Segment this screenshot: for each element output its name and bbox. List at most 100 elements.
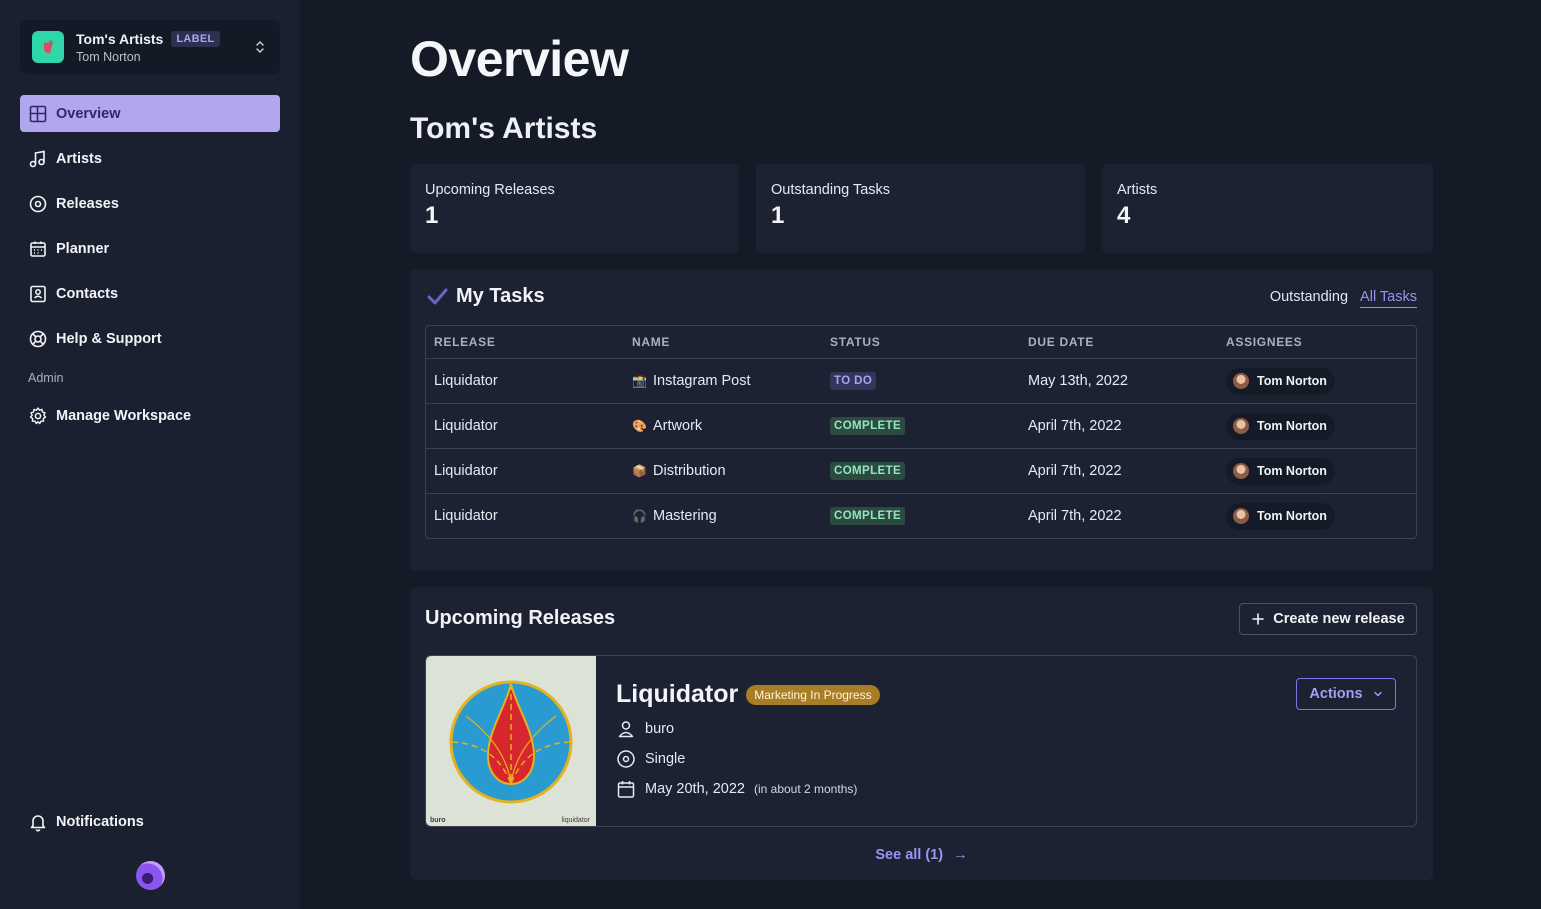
task-filter-tabs: Outstanding All Tasks xyxy=(1270,289,1417,308)
task-status-cell: COMPLETE xyxy=(822,462,1020,480)
upcoming-releases-panel: Upcoming Releases Create new release bur… xyxy=(410,587,1433,880)
avatar xyxy=(1233,508,1249,524)
plus-icon xyxy=(1252,613,1265,625)
create-release-label: Create new release xyxy=(1273,611,1405,627)
stat-label: Outstanding Tasks xyxy=(771,182,891,198)
column-header-name: NAME xyxy=(632,335,671,349)
release-name[interactable]: Liquidator xyxy=(616,680,738,709)
sidebar-item-manage-workspace[interactable]: Manage Workspace xyxy=(20,397,280,434)
assignee-chip[interactable]: Tom Norton xyxy=(1226,412,1335,440)
contacts-icon xyxy=(30,285,46,302)
sidebar-item-artists[interactable]: Artists xyxy=(20,140,280,177)
see-all-label: See all (1) xyxy=(875,847,944,863)
avatar xyxy=(1233,418,1249,434)
task-release: Liquidator xyxy=(434,373,498,389)
task-status-cell: COMPLETE xyxy=(822,507,1020,525)
assignee-name: Tom Norton xyxy=(1257,419,1327,433)
page-title: Overview xyxy=(410,31,629,87)
cover-title-text: liquidator xyxy=(561,817,590,824)
workspace-logo xyxy=(32,31,64,63)
assignee-name: Tom Norton xyxy=(1257,464,1327,478)
app-logo-icon xyxy=(136,861,165,890)
release-card[interactable]: buro liquidator Liquidator Marketing In … xyxy=(425,655,1417,827)
table-row[interactable]: Liquidator 🎨 Artwork COMPLETE April 7th, … xyxy=(426,403,1416,448)
actions-dropdown-button[interactable]: Actions xyxy=(1296,678,1396,710)
chevron-up-down-icon xyxy=(256,40,264,54)
disc-icon xyxy=(617,750,635,768)
task-status-cell: COMPLETE xyxy=(822,417,1020,435)
calendar-icon xyxy=(617,781,635,798)
release-date-row: May 20th, 2022 (in about 2 months) xyxy=(616,779,880,799)
column-header-assignees: ASSIGNEES xyxy=(1226,335,1303,349)
task-name-cell: 🎧 Mastering xyxy=(624,508,822,524)
sidebar-nav: Overview Artists Releases Planner Contac… xyxy=(20,95,280,442)
bell-icon xyxy=(30,814,46,831)
release-cover-image: buro liquidator xyxy=(426,656,596,826)
camera-icon: 📸 xyxy=(632,374,647,388)
column-header-release: RELEASE xyxy=(434,335,496,349)
create-release-button[interactable]: Create new release xyxy=(1239,603,1417,635)
table-row[interactable]: Liquidator 📸 Instagram Post TO DO May 13t… xyxy=(426,358,1416,403)
column-header-status: STATUS xyxy=(830,335,881,349)
layout-icon xyxy=(29,105,47,122)
sidebar-item-planner[interactable]: Planner xyxy=(20,230,280,267)
sidebar-item-label: Releases xyxy=(56,195,119,212)
stat-label: Upcoming Releases xyxy=(425,182,555,198)
sidebar-item-contacts[interactable]: Contacts xyxy=(20,275,280,312)
calendar-icon xyxy=(30,241,46,257)
task-name-cell: 📸 Instagram Post xyxy=(624,373,822,389)
release-info: Liquidator Marketing In Progress buro Si… xyxy=(616,680,880,799)
task-due-date: May 13th, 2022 xyxy=(1028,373,1128,389)
task-assignee-cell: Tom Norton xyxy=(1218,502,1416,530)
column-header-due-date: DUE DATE xyxy=(1028,335,1095,349)
assignee-name: Tom Norton xyxy=(1257,374,1327,388)
assignee-chip[interactable]: Tom Norton xyxy=(1226,367,1335,395)
task-status-cell: TO DO xyxy=(822,372,1020,390)
tab-all-tasks[interactable]: All Tasks xyxy=(1360,289,1417,308)
package-icon: 📦 xyxy=(632,464,647,478)
stat-value: 4 xyxy=(1117,202,1131,229)
release-artist-row: buro xyxy=(616,719,880,739)
status-badge: TO DO xyxy=(830,372,877,390)
stat-card-upcoming-releases: Upcoming Releases 1 xyxy=(410,164,739,253)
sidebar-item-releases[interactable]: Releases xyxy=(20,185,280,222)
assignee-chip[interactable]: Tom Norton xyxy=(1226,502,1335,530)
chevron-down-icon xyxy=(1373,691,1382,697)
release-type: Single xyxy=(645,751,686,767)
task-assignee-cell: Tom Norton xyxy=(1218,457,1416,485)
headphones-icon: 🎧 xyxy=(632,509,647,523)
tab-outstanding[interactable]: Outstanding xyxy=(1270,289,1348,308)
admin-section-label: Admin xyxy=(28,371,64,385)
checkmark-icon xyxy=(427,288,448,304)
sidebar-item-label: Overview xyxy=(56,105,121,122)
table-row[interactable]: Liquidator 📦 Distribution COMPLETE April … xyxy=(426,448,1416,493)
release-date: May 20th, 2022 xyxy=(645,781,745,797)
table-row[interactable]: Liquidator 🎧 Mastering COMPLETE April 7th… xyxy=(426,493,1416,538)
stat-card-artists: Artists 4 xyxy=(1102,164,1433,253)
release-type-row: Single xyxy=(616,749,880,769)
release-artist: buro xyxy=(645,721,675,737)
see-all-link[interactable]: See all (1) → xyxy=(410,847,1433,863)
stat-value: 1 xyxy=(771,202,785,229)
workspace-user: Tom Norton xyxy=(76,49,141,64)
stat-value: 1 xyxy=(425,202,439,229)
notifications-area: Notifications xyxy=(20,803,280,840)
sidebar-item-overview[interactable]: Overview xyxy=(20,95,280,132)
sidebar-item-notifications[interactable]: Notifications xyxy=(20,803,280,840)
actions-label: Actions xyxy=(1309,686,1363,702)
stat-label: Artists xyxy=(1117,182,1158,198)
sidebar-item-help[interactable]: Help & Support xyxy=(20,320,280,357)
workspace-switcher[interactable]: Tom's Artists LABEL Tom Norton xyxy=(20,20,280,74)
sidebar-item-label: Contacts xyxy=(56,285,119,302)
release-status-badge: Marketing In Progress xyxy=(746,684,880,705)
workspace-title: Tom's Artists xyxy=(410,112,598,145)
sidebar-item-label: Planner xyxy=(56,240,110,257)
status-badge: COMPLETE xyxy=(830,507,906,525)
assignee-chip[interactable]: Tom Norton xyxy=(1226,457,1335,485)
assignee-name: Tom Norton xyxy=(1257,509,1327,523)
workspace-badge: LABEL xyxy=(171,30,220,47)
sidebar-item-label: Help & Support xyxy=(56,330,162,347)
tasks-table: RELEASE NAME STATUS DUE DATE ASSIGNEES L… xyxy=(425,325,1417,539)
music-note-icon xyxy=(29,150,45,167)
task-name: Instagram Post xyxy=(653,373,751,389)
